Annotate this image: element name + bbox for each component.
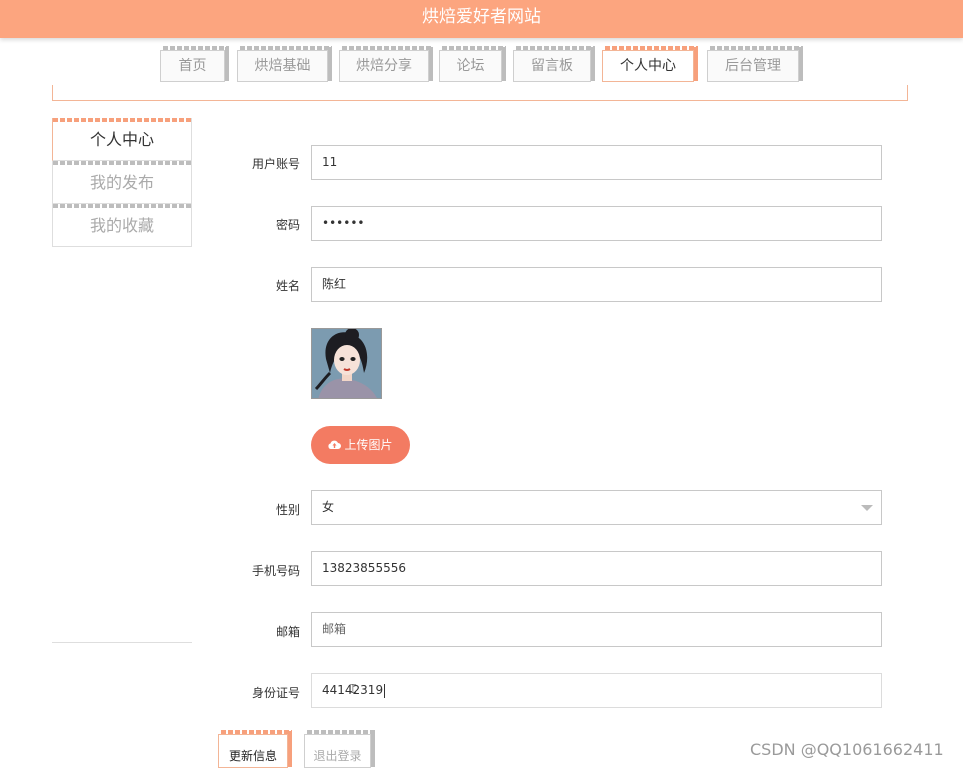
main-nav: 首页 烘焙基础 烘焙分享 论坛 留言板 个人中心 后台管理 (0, 46, 963, 86)
chevron-down-icon (861, 505, 873, 511)
email-label: 邮箱 (275, 625, 300, 639)
phone-input[interactable]: 13823855556 (311, 551, 882, 586)
name-input[interactable]: 陈红 (311, 267, 882, 302)
sidebar-item-my-favorites[interactable]: 我的收藏 (52, 204, 192, 247)
account-label: 用户账号 (251, 157, 300, 171)
tab-personal-center[interactable]: 个人中心 (602, 46, 698, 82)
text-cursor-icon: ⌶ (349, 682, 357, 697)
tab-baking-share[interactable]: 烘焙分享 (339, 46, 433, 82)
tab-message-board[interactable]: 留言板 (513, 46, 595, 82)
cloud-upload-icon (328, 427, 342, 465)
password-input[interactable]: •••••• (311, 206, 882, 241)
sidebar-item-my-posts[interactable]: 我的发布 (52, 161, 192, 204)
site-title: 烘焙爱好者网站 (422, 7, 541, 27)
avatar-image (311, 328, 382, 399)
id-number-input[interactable]: 44142319 (311, 673, 882, 708)
tab-admin[interactable]: 后台管理 (707, 46, 803, 82)
tab-forum[interactable]: 论坛 (439, 46, 506, 82)
sidebar-item-personal-center[interactable]: 个人中心 (52, 118, 192, 161)
account-input[interactable]: 11 (311, 145, 882, 180)
tab-baking-basics[interactable]: 烘焙基础 (237, 46, 332, 82)
text-caret (384, 683, 386, 698)
site-header: 烘焙爱好者网站 (0, 0, 963, 38)
page: 烘焙爱好者网站 首页 烘焙基础 烘焙分享 论坛 留言板 个人中心 后台管理 个人… (0, 0, 963, 768)
gender-selected-value: 女 (322, 500, 335, 514)
logout-button[interactable]: 退出登录 (304, 730, 375, 768)
gender-select[interactable]: 女 (311, 490, 882, 525)
name-label: 姓名 (275, 279, 300, 293)
gender-label: 性别 (275, 503, 300, 517)
id-number-label: 身份证号 (251, 686, 300, 700)
email-input[interactable]: 邮箱 (311, 612, 882, 647)
upload-image-button[interactable]: 上传图片 (311, 426, 410, 464)
sidebar-bottom-line (52, 642, 192, 643)
tab-home[interactable]: 首页 (160, 46, 229, 82)
password-label: 密码 (275, 218, 300, 232)
watermark-text: CSDN @QQ1061662411 (750, 740, 944, 759)
upload-button-label: 上传图片 (344, 438, 393, 452)
nav-divider (52, 85, 908, 101)
sidebar: 个人中心 我的发布 我的收藏 (52, 118, 192, 247)
phone-label: 手机号码 (251, 564, 300, 578)
avatar-illustration (312, 329, 381, 398)
update-info-button[interactable]: 更新信息 (218, 730, 292, 768)
